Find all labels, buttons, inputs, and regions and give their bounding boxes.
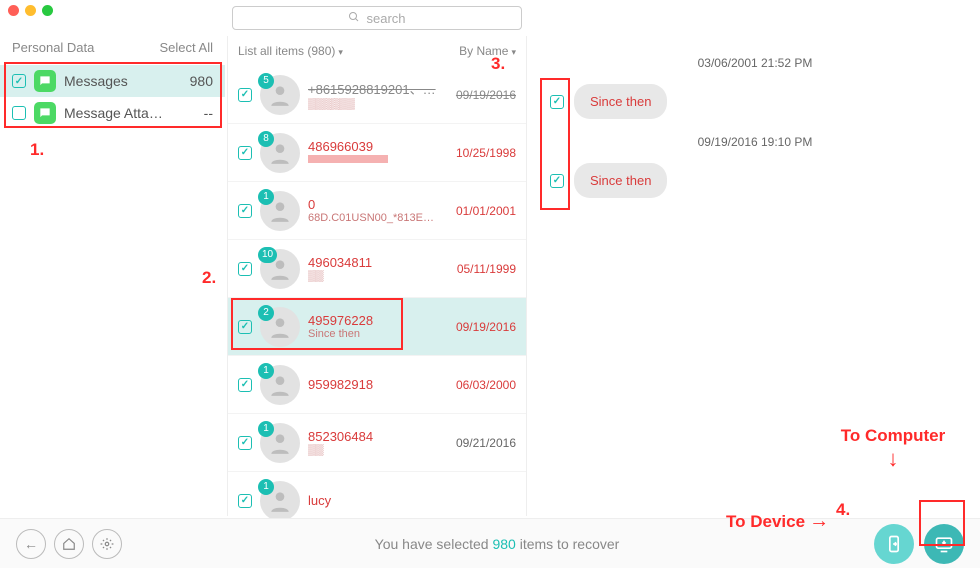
search-container: search	[232, 6, 522, 30]
checkbox-icon[interactable]	[550, 95, 564, 109]
conversation-subtitle: ▒▒▒▒▒▒	[308, 98, 448, 110]
conversation-row[interactable]: 10 496034811 ▒▒ 05/11/1999	[228, 240, 526, 298]
badge-count: 8	[258, 131, 274, 147]
annotation-label: 4.	[836, 500, 850, 520]
badge-count: 1	[258, 479, 274, 495]
conversation-title: 496034811	[308, 255, 449, 270]
checkbox-icon[interactable]	[238, 320, 252, 334]
message-timestamp: 03/06/2001 21:52 PM	[550, 56, 960, 70]
message-bubble: Since then	[574, 84, 667, 119]
conversation-row[interactable]: 1 852306484 ▒▒ 09/21/2016	[228, 414, 526, 472]
checkbox-icon[interactable]	[550, 174, 564, 188]
conversation-row[interactable]: 5 +8615928819201、… ▒▒▒▒▒▒ 09/19/2016	[228, 66, 526, 124]
checkbox-icon[interactable]	[238, 436, 252, 450]
sidebar-item-label: Messages	[64, 73, 128, 89]
sort-dropdown[interactable]: By Name	[459, 44, 516, 58]
avatar-icon: 1	[260, 365, 300, 405]
checkbox-icon[interactable]	[238, 146, 252, 160]
sidebar-item-attachments[interactable]: Message Atta… --	[0, 97, 225, 129]
badge-count: 10	[258, 247, 277, 263]
checkbox-icon[interactable]	[238, 494, 252, 508]
conversation-row[interactable]: 1 959982918 06/03/2000	[228, 356, 526, 414]
badge-count: 2	[258, 305, 274, 321]
annotation-to-computer: To Computer	[828, 426, 958, 472]
conversation-date: 05/11/1999	[457, 262, 516, 276]
checkbox-icon[interactable]	[238, 378, 252, 392]
avatar-icon: 1	[260, 423, 300, 463]
sidebar-title: Personal Data	[12, 40, 94, 55]
avatar-icon: 2	[260, 307, 300, 347]
search-input[interactable]: search	[232, 6, 522, 30]
avatar-icon: 1	[260, 191, 300, 231]
checkbox-icon[interactable]	[238, 204, 252, 218]
avatar-icon: 5	[260, 75, 300, 115]
conversation-title: 959982918	[308, 377, 448, 392]
conversation-subtitle: Since then	[308, 328, 448, 340]
attachments-icon	[34, 102, 56, 124]
annotation-label: 2.	[202, 268, 216, 288]
status-text: You have selected 980 items to recover	[130, 536, 864, 552]
conversation-title: lucy	[308, 493, 508, 508]
sidebar-item-messages[interactable]: Messages 980	[0, 65, 225, 97]
avatar-icon: 1	[260, 481, 300, 521]
maximize-icon[interactable]	[42, 5, 53, 16]
checkbox-icon[interactable]	[238, 88, 252, 102]
message-bubble: Since then	[574, 163, 667, 198]
sidebar: Personal Data Select All Messages 980 Me…	[0, 30, 225, 129]
conversation-date: 10/25/1998	[456, 146, 516, 160]
annotation-label: 1.	[30, 140, 44, 160]
conversation-row[interactable]: 1 0 68D.C01USN00_*813E… 01/01/2001	[228, 182, 526, 240]
footer-bar: ← You have selected 980 items to recover	[0, 518, 980, 568]
conversation-date: 09/21/2016	[456, 436, 516, 450]
conversation-title: +8615928819201、…	[308, 79, 448, 98]
conversation-date: 09/19/2016	[456, 320, 516, 334]
conversation-subtitle: ▒▒	[308, 444, 448, 456]
conversation-date: 09/19/2016	[456, 88, 516, 102]
conversation-subtitle: 68D.C01USN00_*813E…	[308, 212, 448, 224]
conversation-list: List all items (980) By Name 5 +86159288…	[227, 36, 527, 516]
badge-count: 5	[258, 73, 274, 89]
home-button[interactable]	[54, 529, 84, 559]
sidebar-header: Personal Data Select All	[0, 30, 225, 65]
conversation-date: 06/03/2000	[456, 378, 516, 392]
conversation-subtitle	[308, 154, 448, 166]
to-device-button[interactable]	[874, 524, 914, 564]
message-row: Since then	[550, 163, 960, 198]
checkbox-icon[interactable]	[12, 74, 26, 88]
settings-button[interactable]	[92, 529, 122, 559]
search-placeholder: search	[366, 11, 405, 26]
avatar-icon: 10	[260, 249, 300, 289]
message-detail: 03/06/2001 21:52 PM Since then 09/19/201…	[530, 40, 980, 224]
badge-count: 1	[258, 189, 274, 205]
badge-count: 1	[258, 363, 274, 379]
sidebar-item-label: Message Atta…	[64, 105, 163, 121]
messages-icon	[34, 70, 56, 92]
avatar-icon: 8	[260, 133, 300, 173]
search-icon	[348, 11, 360, 26]
conversation-title: 495976228	[308, 313, 448, 328]
sidebar-item-count: 980	[190, 73, 213, 89]
message-timestamp: 09/19/2016 19:10 PM	[550, 135, 960, 149]
badge-count: 1	[258, 421, 274, 437]
conversation-title: 0	[308, 197, 448, 212]
conversation-title: 486966039	[308, 139, 448, 154]
conversation-subtitle: ▒▒	[308, 270, 449, 282]
filter-dropdown[interactable]: List all items (980)	[238, 44, 343, 58]
minimize-icon[interactable]	[25, 5, 36, 16]
select-all-button[interactable]: Select All	[160, 40, 213, 55]
conversation-title: 852306484	[308, 429, 448, 444]
conversation-date: 01/01/2001	[456, 204, 516, 218]
to-computer-button[interactable]	[924, 524, 964, 564]
conversation-row[interactable]: 2 495976228 Since then 09/19/2016	[228, 298, 526, 356]
message-row: Since then	[550, 84, 960, 119]
close-icon[interactable]	[8, 5, 19, 16]
checkbox-icon[interactable]	[12, 106, 26, 120]
conversation-row[interactable]: 8 486966039 10/25/1998	[228, 124, 526, 182]
back-button[interactable]: ←	[16, 529, 46, 559]
sidebar-item-count: --	[204, 105, 213, 121]
checkbox-icon[interactable]	[238, 262, 252, 276]
